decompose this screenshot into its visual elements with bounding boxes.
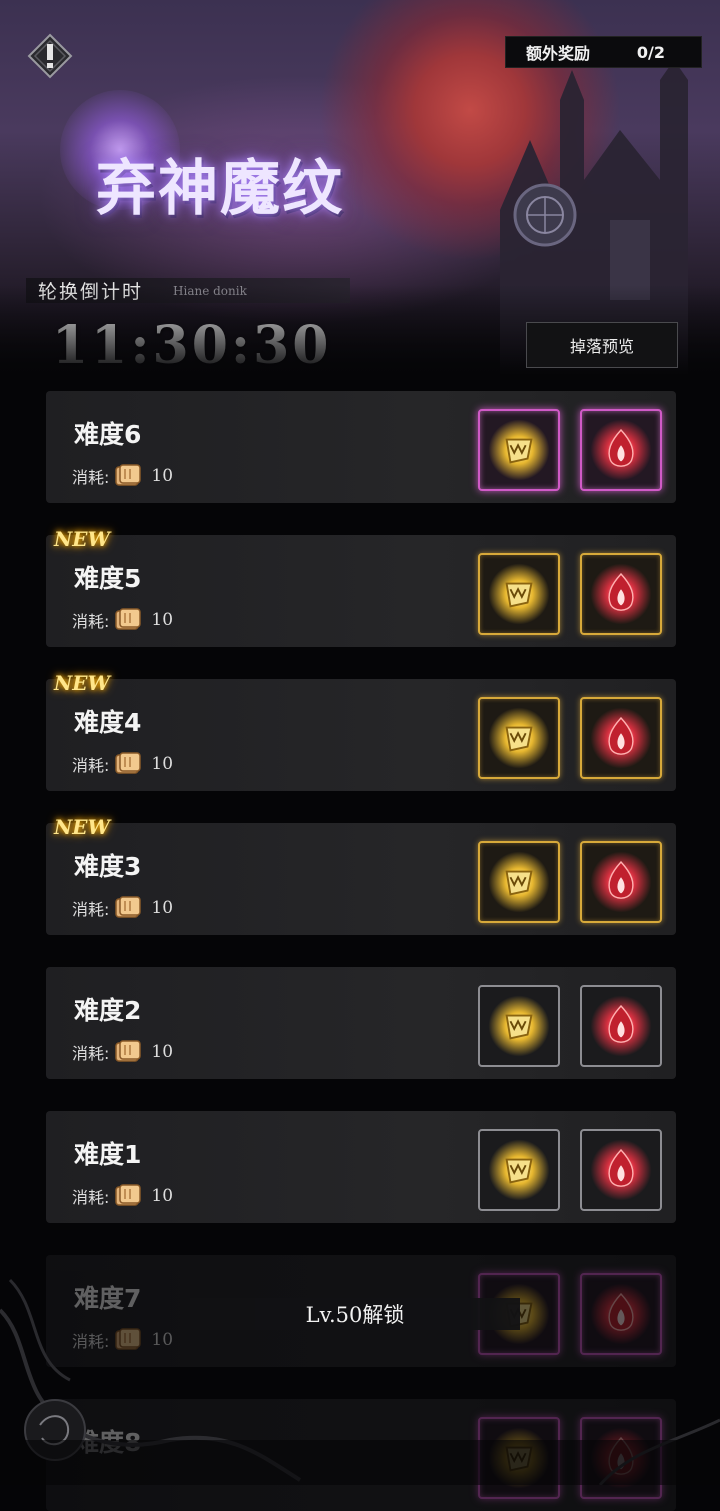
difficulty-card[interactable]: 难度2 消耗: 10	[46, 967, 676, 1079]
countdown-subtitle: Hiane donik	[173, 283, 247, 298]
cost-label: 消耗:	[72, 756, 110, 775]
gold-rune-icon[interactable]	[478, 409, 560, 491]
difficulty-card[interactable]: NEW 难度3 消耗: 10	[46, 815, 676, 935]
gold-rune-icon[interactable]	[478, 697, 560, 779]
cost-label: 消耗:	[72, 1044, 110, 1063]
cost-label: 消耗:	[72, 468, 110, 487]
gold-rune-icon[interactable]	[478, 1129, 560, 1211]
red-flame-rune-icon[interactable]	[580, 697, 662, 779]
ticket-icon	[115, 1184, 142, 1206]
new-badge: NEW	[54, 815, 110, 839]
countdown-label: 轮换倒计时	[38, 281, 144, 303]
cost-row: 消耗: 10	[72, 1039, 173, 1065]
cost-value: 10	[151, 610, 174, 630]
countdown-bar: 轮换倒计时 Hiane donik	[26, 278, 350, 303]
difficulty-card[interactable]: 难度8	[46, 1399, 676, 1511]
cost-row: 消耗: 10	[72, 463, 173, 489]
new-badge: NEW	[54, 527, 110, 551]
cost-row: 消耗: 10	[72, 607, 173, 633]
cost-value: 10	[151, 1330, 174, 1350]
cost-label: 消耗:	[72, 1332, 110, 1351]
countdown-timer: 11:30:30	[52, 315, 332, 375]
cost-value: 10	[151, 754, 174, 774]
difficulty-card[interactable]: 难度1 消耗: 10	[46, 1111, 676, 1223]
cost-label: 消耗:	[72, 612, 110, 631]
red-flame-rune-icon[interactable]	[580, 1129, 662, 1211]
gold-rune-icon[interactable]	[478, 1417, 560, 1499]
cost-value: 10	[151, 1042, 174, 1062]
difficulty-name: 难度1	[74, 1140, 142, 1169]
difficulty-name: 难度3	[74, 852, 142, 881]
difficulty-card[interactable]: NEW 难度4 消耗: 10	[46, 671, 676, 791]
difficulty-name: 难度7	[74, 1284, 142, 1313]
gold-rune-icon[interactable]	[478, 553, 560, 635]
cost-label: 消耗:	[72, 1188, 110, 1207]
ticket-icon	[115, 752, 142, 774]
cost-row: 消耗: 10	[72, 895, 173, 921]
difficulty-name: 难度6	[74, 420, 142, 449]
cost-row: 消耗: 10	[72, 751, 173, 777]
cost-row: 消耗: 10	[72, 1327, 173, 1353]
ticket-icon	[115, 464, 142, 486]
cost-value: 10	[151, 898, 174, 918]
extra-reward-bar[interactable]: 额外奖励 0/2	[505, 36, 702, 68]
ticket-icon	[115, 608, 142, 630]
red-flame-rune-icon[interactable]	[580, 409, 662, 491]
difficulty-card[interactable]: NEW 难度5 消耗: 10	[46, 527, 676, 647]
difficulty-name: 难度2	[74, 996, 142, 1025]
red-flame-rune-icon[interactable]	[580, 1417, 662, 1499]
cost-label: 消耗:	[72, 900, 110, 919]
red-flame-rune-icon[interactable]	[580, 1273, 662, 1355]
gold-rune-icon[interactable]	[478, 841, 560, 923]
red-flame-rune-icon[interactable]	[580, 553, 662, 635]
ticket-icon	[115, 1040, 142, 1062]
ticket-icon	[115, 896, 142, 918]
extra-reward-count: 0/2	[636, 42, 665, 62]
new-badge: NEW	[54, 671, 110, 695]
gold-rune-icon[interactable]	[478, 985, 560, 1067]
extra-reward-label: 额外奖励	[526, 44, 591, 63]
difficulty-name: 难度8	[74, 1428, 142, 1457]
red-flame-rune-icon[interactable]	[580, 985, 662, 1067]
page-title: 弃神魔纹	[96, 154, 344, 224]
difficulty-name: 难度4	[74, 708, 142, 737]
back-icon[interactable]	[26, 32, 74, 80]
ticket-icon	[115, 1328, 142, 1350]
drop-preview-button[interactable]: 掉落预览	[526, 322, 678, 368]
cost-value: 10	[151, 1186, 174, 1206]
red-flame-rune-icon[interactable]	[580, 841, 662, 923]
unlock-requirement: Lv.50解锁	[190, 1298, 520, 1330]
difficulty-card[interactable]: 难度6 消耗: 10	[46, 391, 676, 503]
difficulty-name: 难度5	[74, 564, 142, 593]
cost-value: 10	[151, 466, 174, 486]
cost-row: 消耗: 10	[72, 1183, 173, 1209]
